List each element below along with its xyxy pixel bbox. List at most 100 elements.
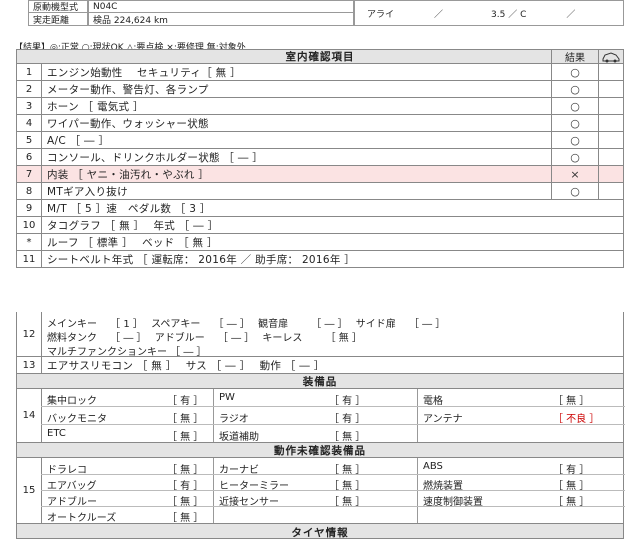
inspection-item-text: MTギア入り抜け [47, 185, 128, 198]
row-number: 3 [17, 98, 42, 114]
inspection-row: 2 メーター動作、警告灯、各ランプ ○ [16, 81, 624, 98]
row-number: 11 [17, 251, 42, 267]
row-number: 7 [17, 166, 42, 182]
inspection-item-text: メーター動作、警告灯、各ランプ [47, 83, 209, 96]
equipment-value: ［ 有 ］ [167, 396, 204, 407]
result-mark: ○ [551, 132, 599, 148]
result-mark: ○ [551, 149, 599, 165]
equipment-label: カーナビ [219, 465, 259, 476]
alignment-value: 3.5 ／ C [491, 9, 527, 20]
inspection-item-text: ホーン ［ 電気式 ］ [47, 100, 144, 113]
equipment-section-title: 装備品 [302, 375, 338, 388]
inspection-item-text: 内装 ［ ヤニ・油汚れ・やぶれ ］ [47, 168, 210, 181]
alignment-label: アライ [367, 9, 395, 20]
inspection-item-text: A/C ［ ― ］ [47, 134, 110, 147]
result-mark: ○ [551, 183, 599, 199]
keys-line-3: マルチファンクションキー ［ ― ］ [47, 347, 207, 358]
alignment-box: アライ ／ 3.5 ／ C ／ [354, 0, 624, 26]
equipment-label: エアバッグ [47, 481, 97, 492]
equipment-value: ［ 有 ］ [553, 465, 590, 476]
keys-row: 12 メインキー ［ 1 ］ スペアキー ［ ― ］ 観音扉 ［ ― ］ サイド… [16, 312, 624, 358]
inspection-row: 11 シートベルト年式 ［ 運転席： 2016年 ／ 助手席： 2016年 ］ [16, 251, 624, 268]
interior-section-title: 室内確認項目 [285, 51, 355, 63]
equipment-value: ［ 有 ］ [329, 414, 366, 425]
equipment-section-header: 装備品 [16, 374, 624, 389]
inspection-row: 3 ホーン ［ 電気式 ］ ○ [16, 98, 624, 115]
mileage-value: 検品 224,624 km [88, 12, 354, 26]
inspection-item-text: ワイパー動作、ウォッシャー状態 [47, 117, 209, 130]
equipment-value: ［ 無 ］ [167, 513, 204, 524]
inspection-row: * ルーフ ［ 標準 ］ ベッド ［ 無 ］ [16, 234, 624, 251]
equipment-label: 坂道補助 [219, 432, 259, 443]
equipment-value: ［ 無 ］ [329, 481, 366, 492]
air-suspension-text: エアサスリモコン ［ 無 ］ サス ［ ― ］ 動作 ［ ― ］ [47, 359, 325, 372]
result-column-header: 結果 [551, 50, 599, 64]
unverified-section-header: 動作未確認装備品 [16, 443, 624, 458]
equipment-label: 近接センサー [219, 497, 279, 508]
equipment-label: 速度制御装置 [423, 497, 483, 508]
inspection-row: 8 MTギア入り抜け ○ [16, 183, 624, 200]
equipment-label: ヒーターミラー [219, 481, 289, 492]
equipment-value: ［ 無 ］ [553, 396, 590, 407]
equipment-value: ［ 無 ］ [553, 497, 590, 508]
row-number: 4 [17, 115, 42, 131]
row-number: 1 [17, 64, 42, 80]
equipment-value: ［ 無 ］ [553, 481, 590, 492]
row-number: * [17, 234, 42, 250]
equipment-label: ETC [47, 428, 66, 439]
result-mark: ○ [551, 98, 599, 114]
inspection-item-text: タコグラフ ［ 無 ］ 年式 ［ ― ］ [47, 219, 219, 232]
equipment-value: ［ 無 ］ [167, 497, 204, 508]
equipment-label: オートクルーズ [47, 513, 117, 524]
equipment-value: ［ 無 ］ [167, 414, 204, 425]
car-icon [601, 51, 621, 63]
result-mark: × [551, 166, 599, 182]
equipment-value: ［ 不良 ］ [553, 414, 600, 425]
unverified-grid: 15 ドラレコ ［ 無 ］ カーナビ ［ 無 ］ ABS ［ 有 ］ エアバッグ ［ 有 ］ ヒ… [16, 458, 625, 524]
row-number: 15 [17, 458, 42, 523]
row-number: 13 [17, 357, 42, 373]
inspection-row: 1 エンジン始動性 セキュリティ［ 無 ］ ○ [16, 64, 624, 81]
row-number: 10 [17, 217, 42, 233]
mileage-label: 実走距離 [28, 12, 88, 26]
inspection-row: 10 タコグラフ ［ 無 ］ 年式 ［ ― ］ [16, 217, 624, 234]
equipment-label: ラジオ [219, 414, 249, 425]
inspection-item-text: M/T ［ 5 ］速 ペダル数 ［ 3 ］ [47, 202, 211, 215]
equipment-label: アンテナ [423, 414, 463, 425]
result-mark: ○ [551, 64, 599, 80]
result-mark: ○ [551, 81, 599, 97]
row-number: 8 [17, 183, 42, 199]
row-number: 12 [17, 312, 42, 356]
equipment-label: アドブルー [47, 497, 97, 508]
keys-line-2: 燃料タンク ［ ― ］ アドブルー ［ ― ］ キーレス ［ 無 ］ [47, 333, 362, 344]
equipment-value: ［ 無 ］ [329, 465, 366, 476]
equipment-label: 集中ロック [47, 396, 97, 407]
equipment-value: ［ 無 ］ [167, 465, 204, 476]
row-number: 14 [17, 389, 42, 442]
tire-section-header: タイヤ情報 [16, 524, 624, 539]
alignment-sep-1: ／ [434, 9, 444, 20]
row-number: 5 [17, 132, 42, 148]
inspection-item-text: エンジン始動性 セキュリティ［ 無 ］ [47, 66, 241, 79]
equipment-value: ［ 有 ］ [167, 481, 204, 492]
equipment-label: ABS [423, 461, 443, 472]
alignment-sep-2: ／ [566, 9, 576, 20]
vehicle-info-header: 原動機型式 N04C 実走距離 検品 224,624 km アライ ／ 3.5 … [0, 0, 640, 30]
row-number: 6 [17, 149, 42, 165]
unverified-section-title: 動作未確認装備品 [274, 444, 366, 457]
result-mark: ○ [551, 115, 599, 131]
inspection-item-text: シートベルト年式 ［ 運転席： 2016年 ／ 助手席： 2016年 ］ [47, 253, 356, 266]
inspection-row: 9 M/T ［ 5 ］速 ペダル数 ［ 3 ］ [16, 200, 624, 217]
tire-section-title: タイヤ情報 [291, 527, 349, 539]
equipment-value: ［ 無 ］ [329, 432, 366, 443]
inspection-row: 5 A/C ［ ― ］ ○ [16, 132, 624, 149]
equipment-label: 電格 [423, 396, 443, 407]
row-number: 9 [17, 200, 42, 216]
inspection-row: 7 内装 ［ ヤニ・油汚れ・やぶれ ］ × [16, 166, 624, 183]
inspection-row: 6 コンソール、ドリンクホルダー状態 ［ ― ］ ○ [16, 149, 624, 166]
equipment-label: ドラレコ [47, 465, 87, 476]
air-suspension-row: 13 エアサスリモコン ［ 無 ］ サス ［ ― ］ 動作 ［ ― ］ [16, 357, 624, 374]
equipment-grid: 14 集中ロック ［ 有 ］ PW ［ 有 ］ 電格 ［ 無 ］ バックモニタ ［ 無 ］ ラジ… [16, 389, 625, 443]
interior-section-header: 室内確認項目 結果 [16, 49, 624, 64]
inspection-item-text: コンソール、ドリンクホルダー状態 ［ ― ］ [47, 151, 264, 164]
